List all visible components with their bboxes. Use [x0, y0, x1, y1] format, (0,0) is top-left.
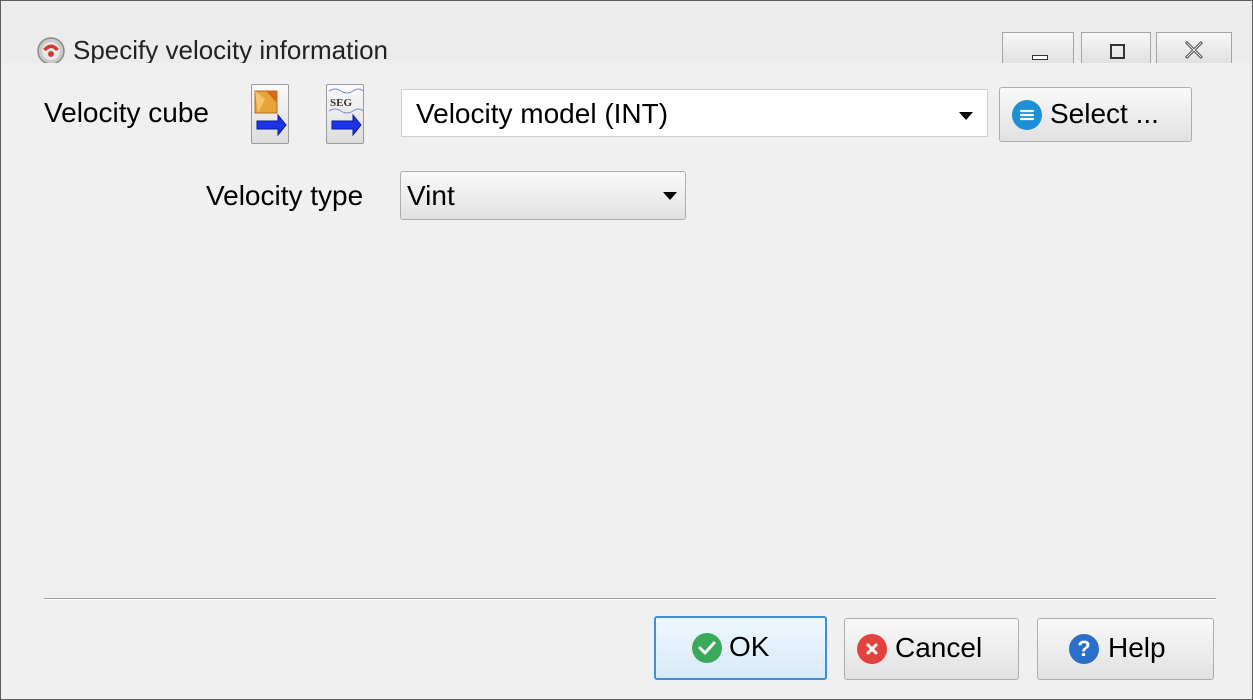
velocity-type-dropdown[interactable]: Vint — [400, 171, 686, 220]
select-button-label: Select ... — [1050, 98, 1159, 129]
chevron-down-icon — [663, 192, 677, 200]
dialog-window: Specify velocity information Velocity cu… — [0, 0, 1253, 700]
footer-separator — [44, 598, 1216, 600]
ok-button-label: OK — [729, 631, 770, 662]
minimize-icon — [1032, 55, 1048, 60]
velocity-cube-dropdown[interactable]: Velocity model (INT) — [401, 89, 988, 137]
import-volume-icon — [254, 90, 287, 137]
velocity-cube-value: Velocity model (INT) — [416, 98, 669, 129]
velocity-cube-label: Velocity cube — [44, 97, 209, 128]
ok-button[interactable]: OK — [654, 616, 827, 680]
svg-text:SEG: SEG — [330, 97, 352, 109]
dialog-content: Velocity cube SEG Velocity model (INT) S… — [1, 63, 1252, 699]
close-icon — [1185, 41, 1203, 59]
window-title: Specify velocity information — [73, 35, 389, 65]
import-segy-icon: SEG — [328, 88, 363, 137]
select-button[interactable]: Select ... — [999, 87, 1192, 142]
help-icon: ? — [1069, 634, 1099, 664]
list-icon — [1012, 100, 1042, 130]
velocity-type-value: Vint — [407, 180, 455, 211]
maximize-icon — [1110, 44, 1125, 59]
velocity-type-label: Velocity type — [206, 180, 364, 211]
cancel-button[interactable]: Cancel — [844, 618, 1019, 680]
title-bar[interactable]: Specify velocity information — [1, 1, 1252, 68]
help-button-label: Help — [1108, 632, 1166, 663]
chevron-down-icon — [959, 112, 973, 120]
cancel-button-label: Cancel — [895, 632, 983, 663]
app-logo-icon — [37, 37, 65, 65]
import-segy-button[interactable]: SEG — [326, 84, 364, 144]
cancel-icon — [857, 634, 887, 664]
help-button[interactable]: ? Help — [1037, 618, 1214, 680]
checkmark-icon — [692, 633, 722, 663]
import-volume-button[interactable] — [251, 84, 289, 144]
